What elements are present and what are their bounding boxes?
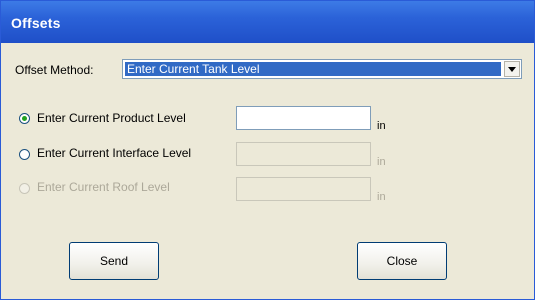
close-button[interactable]: Close: [357, 242, 447, 280]
send-button[interactable]: Send: [69, 242, 159, 280]
radio-product-level-label[interactable]: Enter Current Product Level: [37, 111, 186, 125]
roof-level-input: [236, 177, 371, 201]
chevron-down-icon[interactable]: [504, 61, 520, 77]
radio-roof-level: [19, 183, 30, 194]
interface-level-unit: in: [377, 156, 386, 168]
window-title: Offsets: [11, 15, 61, 31]
radio-roof-level-label: Enter Current Roof Level: [37, 180, 170, 194]
interface-level-input: [236, 142, 371, 166]
offsets-dialog: Offsets Offset Method: Enter Current Tan…: [0, 0, 535, 300]
offset-method-label: Offset Method:: [15, 63, 94, 77]
radio-product-level[interactable]: [19, 113, 30, 124]
offset-method-value: Enter Current Tank Level: [125, 62, 501, 76]
radio-interface-level-label[interactable]: Enter Current Interface Level: [37, 146, 191, 160]
radio-interface-level[interactable]: [19, 149, 30, 160]
product-level-unit: in: [377, 120, 386, 132]
product-level-input[interactable]: [236, 106, 371, 130]
dialog-body: Offset Method: Enter Current Tank Level …: [7, 47, 528, 293]
roof-level-unit: in: [377, 191, 386, 203]
title-bar[interactable]: Offsets: [1, 1, 534, 43]
offset-method-select[interactable]: Enter Current Tank Level: [122, 59, 522, 79]
